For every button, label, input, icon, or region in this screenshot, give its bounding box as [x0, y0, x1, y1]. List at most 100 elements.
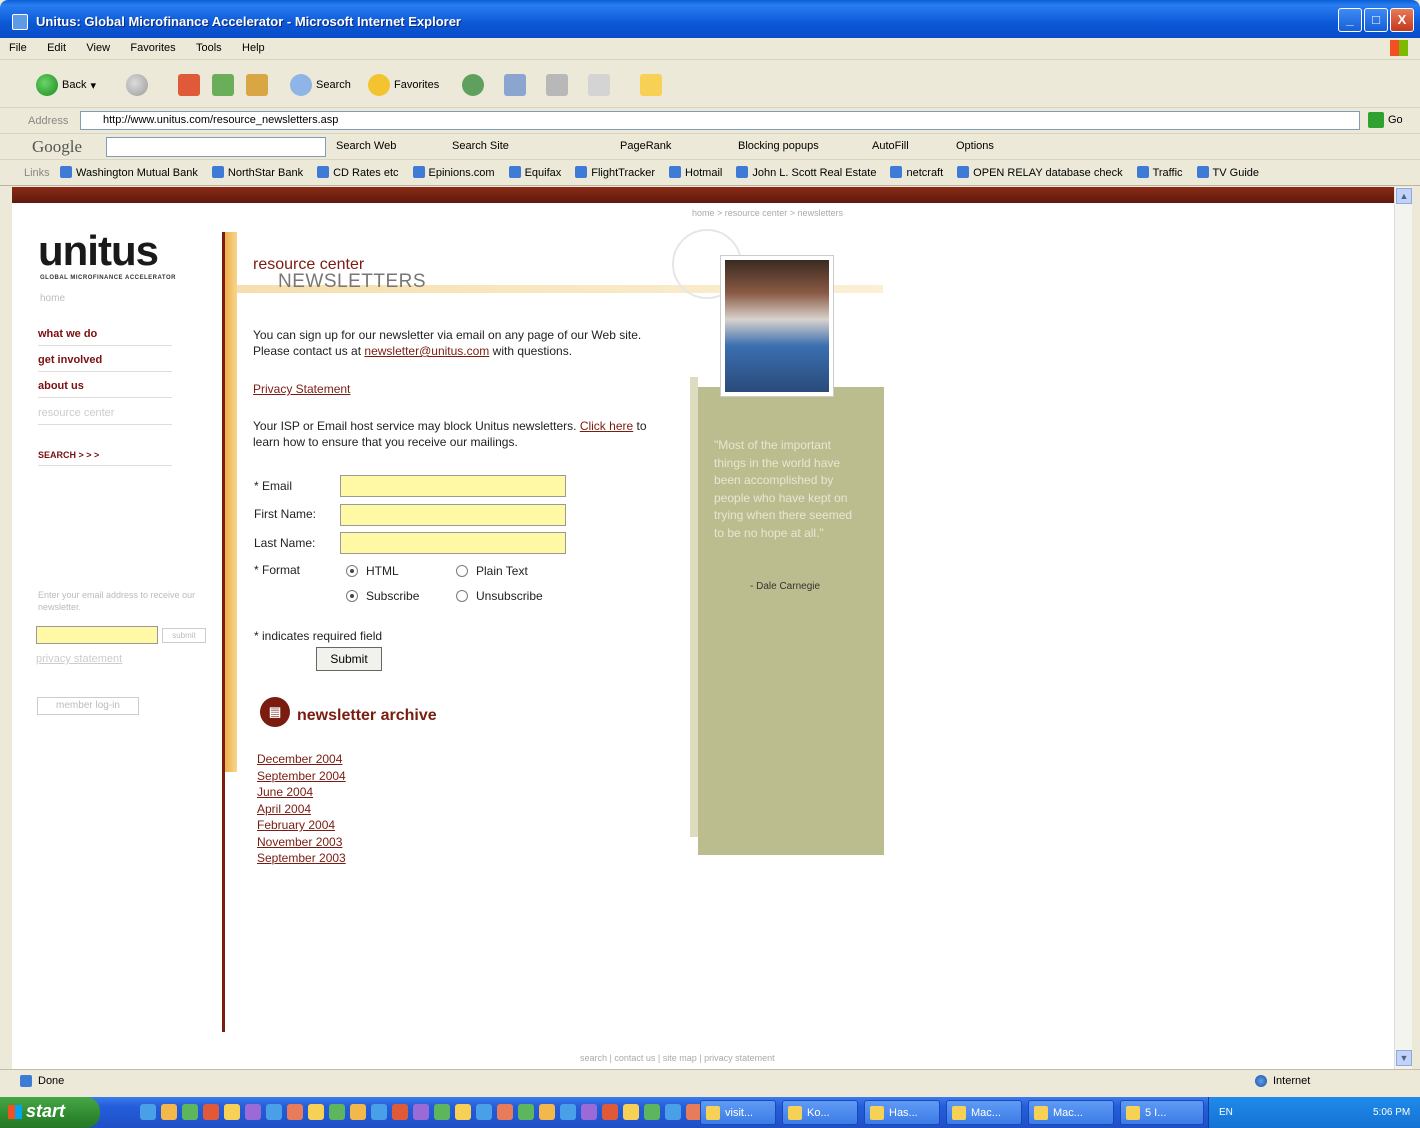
menu-view[interactable]: View	[77, 38, 118, 54]
menu-edit[interactable]: Edit	[38, 38, 74, 54]
stop-button[interactable]	[178, 73, 200, 97]
link-item[interactable]: Washington Mutual Bank	[60, 166, 198, 179]
click-here-link[interactable]: Click here	[580, 419, 633, 433]
vertical-scrollbar[interactable]: ▲ ▼	[1394, 187, 1412, 1069]
archive-link[interactable]: February 2004	[257, 817, 346, 834]
archive-link[interactable]: June 2004	[257, 784, 346, 801]
google-search-input[interactable]	[106, 137, 326, 157]
messenger-button[interactable]	[640, 73, 662, 97]
email-field[interactable]	[340, 475, 566, 497]
link-item[interactable]: TV Guide	[1197, 166, 1259, 179]
quick-launch-icon[interactable]	[455, 1104, 471, 1120]
subscribe-radio[interactable]: Subscribe	[346, 589, 419, 603]
search-button[interactable]: Search	[290, 73, 351, 97]
breadcrumb[interactable]: home > resource center > newsletters	[692, 208, 843, 218]
taskbar-button[interactable]: Mac...	[946, 1100, 1022, 1125]
link-item[interactable]: Epinions.com	[413, 166, 495, 179]
minimize-button[interactable]: _	[1338, 8, 1362, 32]
maximize-button[interactable]: □	[1364, 8, 1388, 32]
newsletter-email-link[interactable]: newsletter@unitus.com	[364, 344, 489, 358]
archive-link[interactable]: November 2003	[257, 834, 346, 851]
edit-button[interactable]	[588, 73, 610, 97]
quick-launch-icon[interactable]	[518, 1104, 534, 1120]
archive-link[interactable]: September 2004	[257, 768, 346, 785]
language-indicator[interactable]: EN	[1219, 1107, 1233, 1118]
submit-button[interactable]: Submit	[316, 647, 382, 671]
scroll-up-icon[interactable]: ▲	[1396, 188, 1412, 204]
address-input[interactable]: http://www.unitus.com/resource_newslette…	[80, 111, 1360, 130]
quick-launch-icon[interactable]	[140, 1104, 156, 1120]
taskbar-button[interactable]: Ko...	[782, 1100, 858, 1125]
sidebar-submit-button[interactable]: submit	[162, 628, 206, 643]
quick-launch-icon[interactable]	[266, 1104, 282, 1120]
quick-launch-icon[interactable]	[665, 1104, 681, 1120]
quick-launch-icon[interactable]	[329, 1104, 345, 1120]
quick-launch-icon[interactable]	[497, 1104, 513, 1120]
mail-button[interactable]	[504, 73, 526, 97]
quick-launch-icon[interactable]	[581, 1104, 597, 1120]
archive-link[interactable]: December 2004	[257, 751, 346, 768]
link-item[interactable]: NorthStar Bank	[212, 166, 303, 179]
scroll-down-icon[interactable]: ▼	[1396, 1050, 1412, 1066]
back-button[interactable]: Back ▾	[36, 73, 96, 97]
link-item[interactable]: Traffic	[1137, 166, 1183, 179]
home-link[interactable]: home	[40, 293, 65, 304]
quick-launch-icon[interactable]	[539, 1104, 555, 1120]
search-web-button[interactable]: Search Web	[336, 140, 396, 152]
forward-button[interactable]	[126, 73, 148, 97]
link-item[interactable]: OPEN RELAY database check	[957, 166, 1122, 179]
quick-launch-icon[interactable]	[203, 1104, 219, 1120]
quick-launch-icon[interactable]	[392, 1104, 408, 1120]
last-name-field[interactable]	[340, 532, 566, 554]
link-item[interactable]: John L. Scott Real Estate	[736, 166, 876, 179]
quick-launch-icon[interactable]	[623, 1104, 639, 1120]
quick-launch-icon[interactable]	[245, 1104, 261, 1120]
quick-launch-icon[interactable]	[350, 1104, 366, 1120]
search-link[interactable]: SEARCH > > >	[38, 450, 172, 466]
close-button[interactable]: X	[1390, 8, 1414, 32]
sidebar-email-input[interactable]	[36, 626, 158, 644]
link-item[interactable]: Hotmail	[669, 166, 722, 179]
unitus-logo[interactable]: unitus	[38, 227, 159, 275]
taskbar-button[interactable]: Mac...	[1028, 1100, 1114, 1125]
quick-launch-icon[interactable]	[287, 1104, 303, 1120]
popup-blocker-button[interactable]: Blocking popups	[738, 140, 819, 152]
sidebar-privacy-link[interactable]: privacy statement	[36, 653, 122, 665]
nav-about-us[interactable]: about us	[38, 380, 172, 398]
quick-launch-icon[interactable]	[644, 1104, 660, 1120]
taskbar-button[interactable]: Has...	[864, 1100, 940, 1125]
nav-get-involved[interactable]: get involved	[38, 354, 172, 372]
menu-favorites[interactable]: Favorites	[121, 38, 183, 54]
start-button[interactable]: start	[0, 1097, 100, 1128]
quick-launch-icon[interactable]	[182, 1104, 198, 1120]
link-item[interactable]: Equifax	[509, 166, 562, 179]
quick-launch-icon[interactable]	[476, 1104, 492, 1120]
autofill-button[interactable]: AutoFill	[872, 140, 909, 152]
link-item[interactable]: netcraft	[890, 166, 943, 179]
archive-link[interactable]: April 2004	[257, 801, 346, 818]
go-button[interactable]: Go	[1368, 112, 1403, 128]
search-site-button[interactable]: Search Site	[452, 140, 509, 152]
taskbar-button[interactable]: visit...	[700, 1100, 776, 1125]
link-item[interactable]: CD Rates etc	[317, 166, 398, 179]
format-html-radio[interactable]: HTML	[346, 564, 399, 578]
menu-file[interactable]: File	[0, 38, 35, 54]
first-name-field[interactable]	[340, 504, 566, 526]
history-button[interactable]	[462, 73, 484, 97]
refresh-button[interactable]	[212, 73, 234, 97]
nav-resource-center[interactable]: resource center	[38, 407, 172, 425]
quick-launch-icon[interactable]	[308, 1104, 324, 1120]
quick-launch-icon[interactable]	[224, 1104, 240, 1120]
link-item[interactable]: FlightTracker	[575, 166, 655, 179]
quick-launch-icon[interactable]	[434, 1104, 450, 1120]
privacy-statement-link[interactable]: Privacy Statement	[253, 381, 663, 397]
archive-link[interactable]: September 2003	[257, 850, 346, 867]
google-logo[interactable]: Google	[32, 137, 82, 157]
options-button[interactable]: Options	[956, 140, 994, 152]
quick-launch-icon[interactable]	[413, 1104, 429, 1120]
quick-launch-icon[interactable]	[371, 1104, 387, 1120]
taskbar-button[interactable]: 5 I...	[1120, 1100, 1204, 1125]
member-login-button[interactable]: member log-in	[37, 697, 139, 715]
quick-launch-icon[interactable]	[560, 1104, 576, 1120]
format-plain-radio[interactable]: Plain Text	[456, 564, 528, 578]
